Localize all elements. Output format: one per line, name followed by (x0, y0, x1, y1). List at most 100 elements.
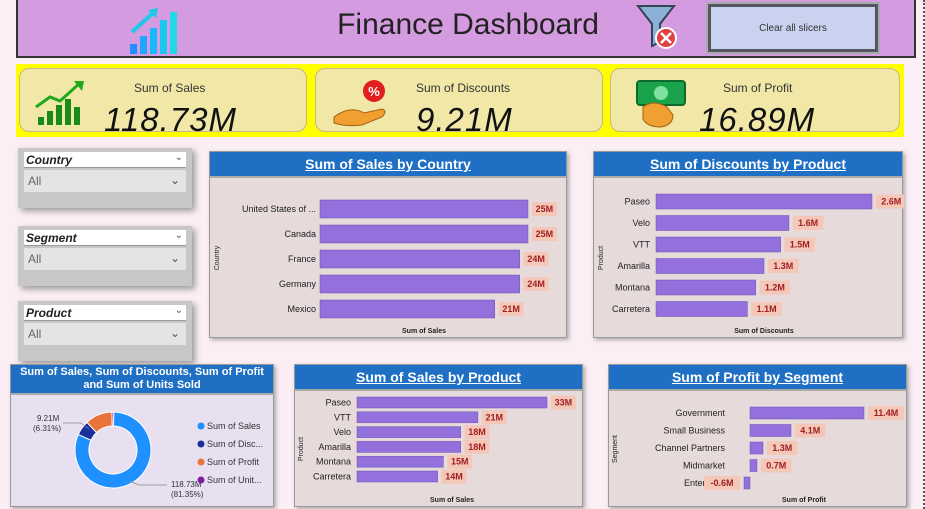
data-label: 33M (555, 398, 573, 408)
chevron-down-icon[interactable]: ⌄ (170, 251, 180, 265)
bar[interactable] (655, 236, 781, 253)
slicer-label: Country (26, 152, 72, 167)
kpi-card-sales: Sum of Sales 118.73M (19, 68, 307, 138)
chart-sales-by-country[interactable]: Sum of Sales by Country United States of… (209, 151, 567, 338)
legend-item[interactable]: Sum of Unit... (207, 475, 262, 485)
slicer-segment-dropdown[interactable]: All ⌄ (24, 248, 186, 270)
data-label: 0.7M (766, 461, 786, 471)
chart-title: Sum of Profit by Segment (609, 365, 906, 391)
data-label: 24M (527, 279, 545, 289)
chart-title: Sum of Sales by Country (210, 152, 566, 178)
slicer-country[interactable]: Country ⌄ All ⌄ (18, 148, 192, 208)
bar[interactable] (655, 279, 756, 296)
chart-title: Sum of Sales by Product (295, 365, 582, 391)
chevron-down-icon[interactable]: ⌄ (170, 326, 180, 340)
bar[interactable] (356, 411, 479, 424)
data-label: 1.3M (772, 443, 792, 453)
chevron-down-icon[interactable]: ⌄ (170, 173, 180, 187)
slicer-value: All (28, 327, 42, 341)
chart-title: Sum of Discounts by Product (594, 152, 902, 178)
y-axis-label: Product (298, 437, 305, 461)
legend-item[interactable]: Sum of Disc... (207, 439, 263, 449)
category-label: Mexico (287, 304, 316, 314)
bar[interactable] (743, 476, 751, 490)
slicer-value: All (28, 174, 42, 188)
slicer-product-dropdown[interactable]: All ⌄ (24, 323, 186, 345)
chevron-down-icon[interactable]: ⌄ (175, 230, 183, 241)
bar[interactable] (319, 224, 529, 244)
data-label: 15M (451, 457, 469, 467)
slicer-segment[interactable]: Segment ⌄ All ⌄ (18, 226, 192, 286)
bar-chart-growth-icon (130, 8, 177, 54)
x-axis-label: Sum of Sales (430, 497, 474, 504)
bar[interactable] (319, 299, 495, 319)
bar[interactable] (749, 406, 865, 420)
kpi-strip: Sum of Sales 118.73M % Sum of Discounts … (16, 64, 904, 138)
pie-slice[interactable] (111, 411, 115, 427)
chart-profit-by-segment[interactable]: Sum of Profit by Segment Government 11.4M… (608, 364, 907, 507)
chart-plot: Paseo 33M VTT 21M Velo 18M Amarilla 18M Montana 1… (298, 395, 576, 504)
bar[interactable] (356, 455, 444, 468)
bar[interactable] (356, 396, 548, 409)
chart-plot: 9.21M(6.31%) 118.73M(81.35%) Sum of Sales S… (33, 411, 263, 499)
kpi-value: 9.21M (416, 101, 513, 138)
category-label: Canada (284, 229, 316, 239)
data-label: 21M (502, 304, 520, 314)
bar[interactable] (319, 274, 520, 294)
kpi-label: Sum of Profit (723, 81, 793, 95)
x-axis-label: Sum of Discounts (734, 328, 794, 335)
category-label: Small Business (663, 426, 725, 436)
slicer-label: Product (26, 305, 72, 320)
kpi-label: Sum of Sales (134, 81, 206, 95)
slice-callout: (81.35%) (171, 490, 204, 499)
slicer-country-dropdown[interactable]: All ⌄ (24, 170, 186, 192)
slicer-product[interactable]: Product ⌄ All ⌄ (18, 301, 192, 361)
x-axis-label: Sum of Sales (402, 328, 446, 335)
category-label: Montana (316, 457, 351, 467)
chevron-down-icon[interactable]: ⌄ (175, 152, 183, 163)
kpi-card-discounts: % Sum of Discounts 9.21M (315, 68, 603, 138)
category-label: Amarilla (318, 442, 351, 452)
data-label: 11.4M (874, 408, 899, 418)
category-label: Velo (333, 427, 351, 437)
category-label: Amarilla (617, 261, 650, 271)
bar[interactable] (319, 199, 529, 219)
category-label: Midmarket (683, 461, 726, 471)
y-axis-label: Product (598, 246, 605, 270)
legend-item[interactable]: Sum of Profit (207, 457, 260, 467)
filter-clear-icon[interactable] (634, 2, 684, 52)
slice-callout: (6.31%) (33, 424, 61, 433)
data-label: 1.2M (765, 283, 785, 293)
bar[interactable] (655, 193, 873, 210)
slicer-segment-header: Segment ⌄ (24, 230, 186, 246)
legend-item[interactable]: Sum of Sales (207, 421, 261, 431)
slice-callout: 9.21M (37, 414, 60, 423)
bar[interactable] (356, 441, 461, 453)
data-label: 1.3M (773, 261, 793, 271)
chart-totals-donut[interactable]: Sum of Sales, Sum of Discounts, Sum of P… (10, 364, 274, 507)
chart-sales-by-product[interactable]: Sum of Sales by Product Paseo 33M VTT 21M Ve… (294, 364, 583, 507)
bar[interactable] (655, 215, 790, 231)
category-label: Paseo (325, 398, 351, 408)
category-label: France (288, 254, 316, 264)
legend-marker (197, 458, 205, 466)
bar[interactable] (655, 258, 765, 274)
bar[interactable] (749, 441, 764, 455)
header-bar: Finance Dashboard Clear all slicers (16, 0, 916, 58)
legend-marker (197, 422, 205, 430)
clear-all-slicers-button[interactable]: Clear all slicers (708, 4, 878, 52)
bar[interactable] (319, 249, 520, 269)
bar[interactable] (655, 301, 748, 317)
chevron-down-icon[interactable]: ⌄ (175, 305, 183, 316)
data-label: 1.6M (798, 218, 818, 228)
category-label: Carretera (313, 472, 351, 482)
y-axis-label: Segment (612, 435, 619, 463)
bar[interactable] (356, 426, 461, 438)
bar[interactable] (749, 459, 758, 472)
bar[interactable] (749, 424, 792, 437)
x-axis-label: Sum of Profit (782, 497, 827, 504)
chart-plot: Paseo 2.6M Velo 1.6M VTT 1.5M Amarilla 1.3M Mont… (598, 193, 904, 335)
chart-discounts-by-product[interactable]: Sum of Discounts by Product Paseo 2.6M Vel… (593, 151, 904, 338)
bar[interactable] (356, 470, 438, 483)
kpi-value: 16.89M (699, 101, 816, 138)
